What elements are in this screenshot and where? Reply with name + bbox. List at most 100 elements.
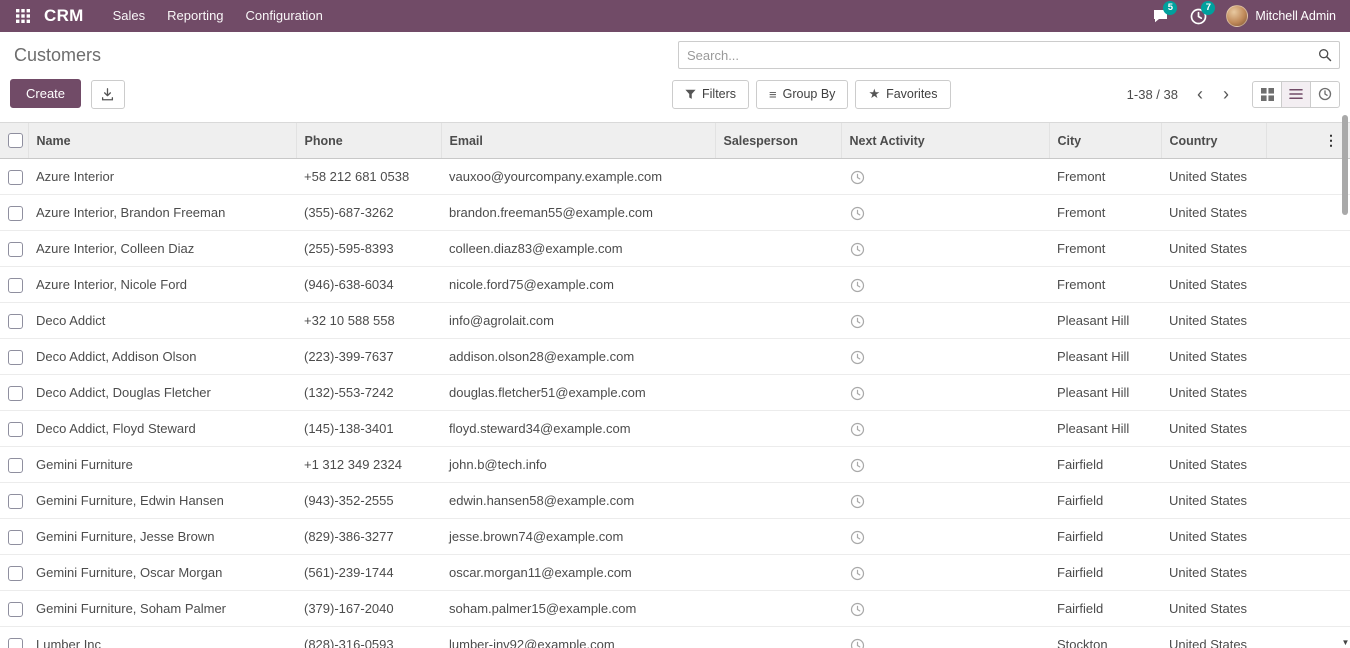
column-header-name[interactable]: Name bbox=[28, 123, 296, 159]
column-header-salesperson[interactable]: Salesperson bbox=[715, 123, 841, 159]
customer-row[interactable]: Gemini Furniture, Soham Palmer (379)-167… bbox=[0, 591, 1350, 627]
cell-country: United States bbox=[1161, 339, 1266, 375]
cell-phone: (132)-553-7242 bbox=[296, 375, 441, 411]
customer-row[interactable]: Gemini Furniture, Oscar Morgan (561)-239… bbox=[0, 555, 1350, 591]
cell-name: Gemini Furniture, Jesse Brown bbox=[28, 519, 296, 555]
row-checkbox[interactable] bbox=[8, 350, 23, 365]
apps-menu-icon[interactable] bbox=[10, 0, 36, 32]
row-checkbox[interactable] bbox=[8, 206, 23, 221]
next-activity-clock-icon[interactable] bbox=[850, 566, 865, 581]
app-title[interactable]: CRM bbox=[44, 6, 84, 26]
customer-row[interactable]: Deco Addict +32 10 588 558 info@agrolait… bbox=[0, 303, 1350, 339]
control-panel-top: Customers bbox=[0, 32, 1350, 73]
customer-row[interactable]: Gemini Furniture, Jesse Brown (829)-386-… bbox=[0, 519, 1350, 555]
scroll-down-icon[interactable]: ▼ bbox=[1341, 638, 1350, 647]
cell-email: colleen.diaz83@example.com bbox=[441, 231, 715, 267]
scrollbar-thumb[interactable] bbox=[1342, 115, 1348, 215]
page-title[interactable]: Customers bbox=[14, 45, 101, 65]
cell-salesperson bbox=[715, 627, 841, 648]
next-activity-clock-icon[interactable] bbox=[850, 602, 865, 617]
next-activity-clock-icon[interactable] bbox=[850, 350, 865, 365]
customer-row[interactable]: Azure Interior, Brandon Freeman (355)-68… bbox=[0, 195, 1350, 231]
menu-reporting[interactable]: Reporting bbox=[156, 0, 234, 32]
customer-row[interactable]: Deco Addict, Floyd Steward (145)-138-340… bbox=[0, 411, 1350, 447]
activities-menu[interactable]: 7 bbox=[1188, 6, 1208, 26]
next-activity-clock-icon[interactable] bbox=[850, 170, 865, 185]
menu-configuration[interactable]: Configuration bbox=[235, 0, 334, 32]
row-checkbox[interactable] bbox=[8, 566, 23, 581]
cell-country: United States bbox=[1161, 483, 1266, 519]
filters-button[interactable]: Filters bbox=[672, 80, 749, 109]
next-activity-clock-icon[interactable] bbox=[850, 638, 865, 648]
cell-city: Pleasant Hill bbox=[1049, 411, 1161, 447]
cell-country: United States bbox=[1161, 267, 1266, 303]
column-header-phone[interactable]: Phone bbox=[296, 123, 441, 159]
vertical-scrollbar[interactable]: ▼ bbox=[1341, 112, 1350, 648]
cell-name: Gemini Furniture, Edwin Hansen bbox=[28, 483, 296, 519]
cell-next-activity bbox=[841, 375, 1049, 411]
apps-grid-icon bbox=[16, 9, 30, 23]
cell-phone: +1 312 349 2324 bbox=[296, 447, 441, 483]
next-activity-clock-icon[interactable] bbox=[850, 278, 865, 293]
group-by-button[interactable]: ≡ Group By bbox=[756, 80, 848, 109]
cell-email: john.b@tech.info bbox=[441, 447, 715, 483]
list-view-button[interactable] bbox=[1281, 81, 1311, 108]
row-checkbox[interactable] bbox=[8, 638, 23, 648]
next-activity-clock-icon[interactable] bbox=[850, 206, 865, 221]
search-icon[interactable] bbox=[1311, 48, 1339, 62]
customer-row[interactable]: Deco Addict, Addison Olson (223)-399-763… bbox=[0, 339, 1350, 375]
breadcrumb: Customers bbox=[14, 45, 101, 66]
pager-previous-icon[interactable]: ‹ bbox=[1188, 83, 1212, 105]
customer-row[interactable]: Deco Addict, Douglas Fletcher (132)-553-… bbox=[0, 375, 1350, 411]
optional-columns-icon[interactable]: ⋮ bbox=[1320, 132, 1342, 148]
favorites-button[interactable]: ★ Favorites bbox=[855, 80, 950, 109]
next-activity-clock-icon[interactable] bbox=[850, 386, 865, 401]
menu-sales[interactable]: Sales bbox=[102, 0, 157, 32]
customer-row[interactable]: Gemini Furniture +1 312 349 2324 john.b@… bbox=[0, 447, 1350, 483]
row-checkbox[interactable] bbox=[8, 386, 23, 401]
cell-country: United States bbox=[1161, 303, 1266, 339]
column-header-next-activity[interactable]: Next Activity bbox=[841, 123, 1049, 159]
activity-view-button[interactable] bbox=[1310, 81, 1340, 108]
row-checkbox[interactable] bbox=[8, 422, 23, 437]
cell-salesperson bbox=[715, 519, 841, 555]
row-checkbox[interactable] bbox=[8, 602, 23, 617]
column-header-email[interactable]: Email bbox=[441, 123, 715, 159]
user-menu[interactable]: Mitchell Admin bbox=[1226, 5, 1340, 27]
next-activity-clock-icon[interactable] bbox=[850, 242, 865, 257]
customer-row[interactable]: Azure Interior +58 212 681 0538 vauxoo@y… bbox=[0, 159, 1350, 195]
customer-row[interactable]: Lumber Inc (828)-316-0593 lumber-inv92@e… bbox=[0, 627, 1350, 648]
row-checkbox[interactable] bbox=[8, 242, 23, 257]
column-header-city[interactable]: City bbox=[1049, 123, 1161, 159]
next-activity-clock-icon[interactable] bbox=[850, 422, 865, 437]
search-input[interactable] bbox=[679, 48, 1311, 63]
next-activity-clock-icon[interactable] bbox=[850, 458, 865, 473]
select-all-checkbox[interactable] bbox=[8, 133, 23, 148]
column-header-country[interactable]: Country bbox=[1161, 123, 1266, 159]
customer-row[interactable]: Azure Interior, Colleen Diaz (255)-595-8… bbox=[0, 231, 1350, 267]
pager-next-icon[interactable]: › bbox=[1214, 83, 1238, 105]
row-checkbox[interactable] bbox=[8, 314, 23, 329]
customer-row[interactable]: Azure Interior, Nicole Ford (946)-638-60… bbox=[0, 267, 1350, 303]
kanban-view-button[interactable] bbox=[1252, 81, 1282, 108]
search-box bbox=[678, 41, 1340, 69]
group-by-icon: ≡ bbox=[769, 87, 777, 102]
next-activity-clock-icon[interactable] bbox=[850, 494, 865, 509]
row-checkbox[interactable] bbox=[8, 530, 23, 545]
row-checkbox[interactable] bbox=[8, 278, 23, 293]
row-checkbox[interactable] bbox=[8, 170, 23, 185]
cell-email: floyd.steward34@example.com bbox=[441, 411, 715, 447]
customer-row[interactable]: Gemini Furniture, Edwin Hansen (943)-352… bbox=[0, 483, 1350, 519]
row-checkbox[interactable] bbox=[8, 458, 23, 473]
next-activity-clock-icon[interactable] bbox=[850, 530, 865, 545]
export-button[interactable] bbox=[91, 80, 125, 109]
row-checkbox[interactable] bbox=[8, 494, 23, 509]
messages-menu[interactable]: 5 bbox=[1150, 6, 1170, 26]
cell-country: United States bbox=[1161, 519, 1266, 555]
cell-country: United States bbox=[1161, 555, 1266, 591]
create-button[interactable]: Create bbox=[10, 79, 81, 108]
customers-table-body: Azure Interior +58 212 681 0538 vauxoo@y… bbox=[0, 159, 1350, 648]
cell-phone: (946)-638-6034 bbox=[296, 267, 441, 303]
next-activity-clock-icon[interactable] bbox=[850, 314, 865, 329]
cell-next-activity bbox=[841, 591, 1049, 627]
